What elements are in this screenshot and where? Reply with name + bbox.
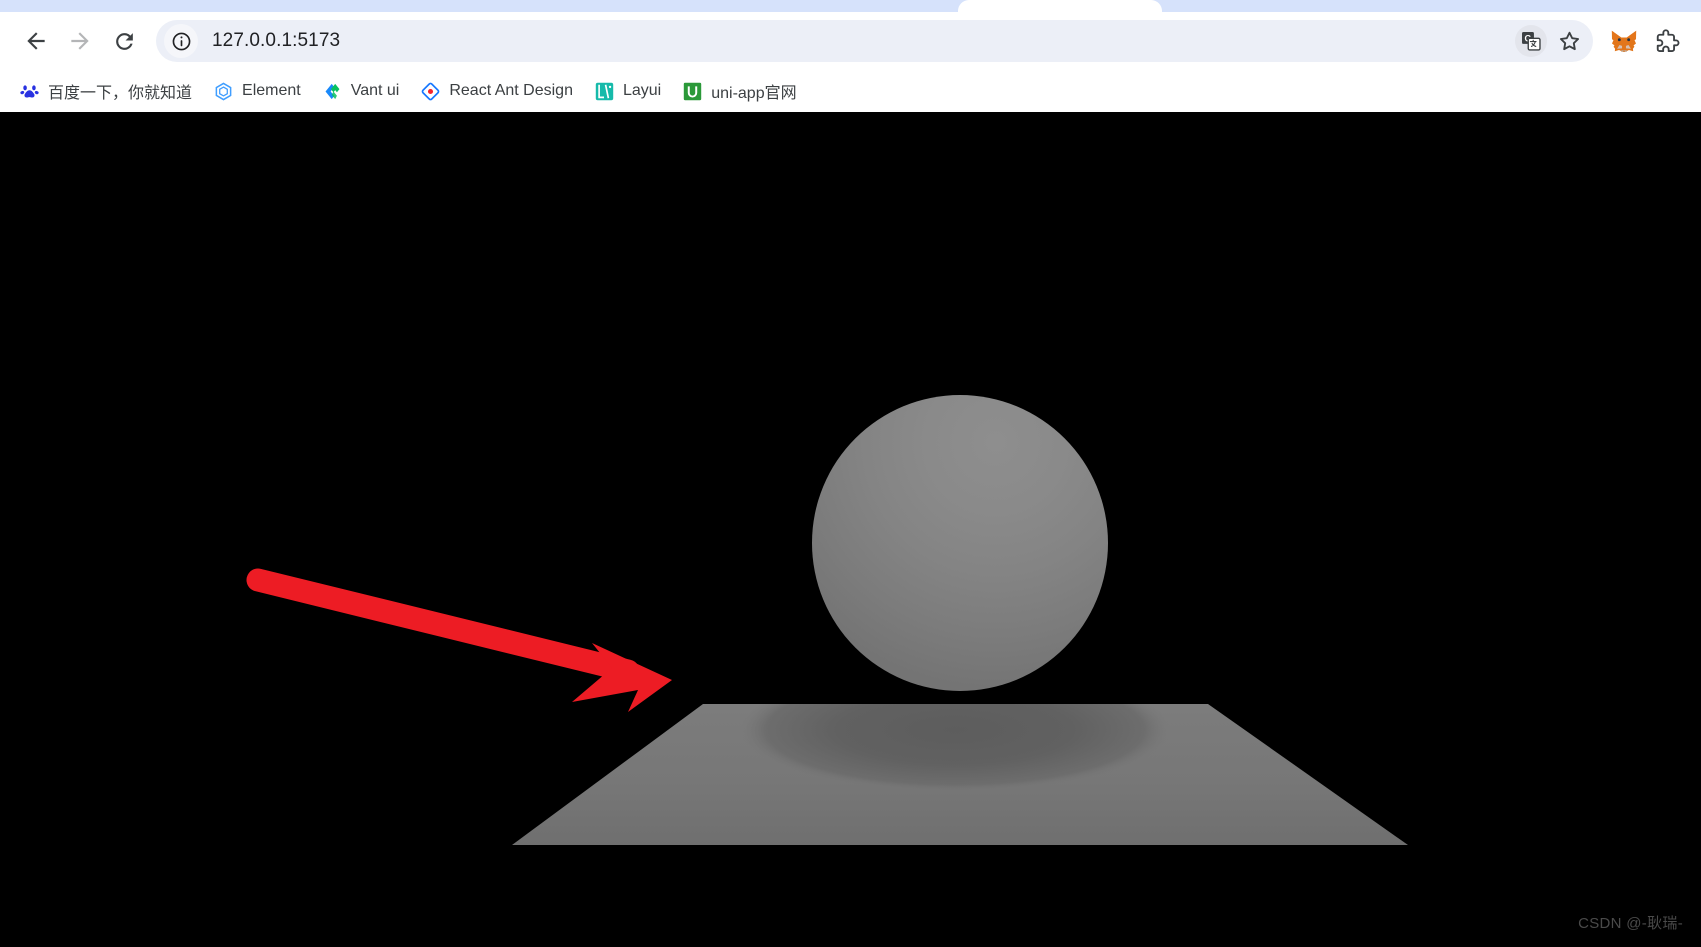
browser-toolbar: 127.0.0.1:5173 G — [0, 12, 1701, 70]
bookmark-item-vant[interactable]: Vant ui — [315, 75, 408, 107]
bookmark-label: Vant ui — [350, 82, 400, 99]
sphere-mesh — [812, 395, 1108, 691]
csdn-watermark: CSDN @-耿瑞- — [1578, 915, 1683, 932]
vant-icon — [323, 82, 342, 101]
bookmark-item-layui[interactable]: Layui — [587, 75, 669, 107]
tab-strip — [0, 0, 1701, 12]
element-ui-icon — [214, 82, 233, 101]
arrow-left-icon — [27, 32, 45, 50]
uniapp-icon — [683, 82, 702, 101]
bookmark-star-button[interactable] — [1551, 23, 1587, 59]
bookmarks-bar: 百度一下，你就知道 Element Vant ui React Ant Desi… — [0, 70, 1701, 112]
tab-active[interactable] — [958, 0, 1162, 12]
red-arrow-icon — [246, 568, 672, 712]
back-button[interactable] — [14, 19, 58, 63]
translate-button[interactable]: G — [1513, 23, 1549, 59]
tab-strip-shoulder — [940, 0, 960, 12]
translate-icon: G — [1515, 25, 1547, 57]
bookmark-label: uni-app官网 — [711, 85, 797, 102]
reload-button[interactable] — [102, 19, 146, 63]
puzzle-piece-icon — [1656, 28, 1679, 52]
baidu-icon — [20, 82, 39, 101]
forward-button[interactable] — [58, 19, 102, 63]
three-js-canvas[interactable]: CSDN @-耿瑞- — [0, 112, 1701, 947]
ant-design-icon — [421, 82, 440, 101]
arrow-right-icon — [71, 32, 89, 50]
page-viewport: CSDN @-耿瑞- — [0, 112, 1701, 947]
metamask-extension-button[interactable] — [1603, 20, 1645, 62]
url-text: 127.0.0.1:5173 — [212, 30, 341, 51]
browser-window: 127.0.0.1:5173 G — [0, 0, 1701, 947]
bookmark-label: 百度一下，你就知道 — [48, 85, 193, 102]
layui-icon — [595, 82, 614, 101]
reload-icon — [115, 32, 133, 50]
bookmark-label: Layui — [622, 82, 662, 99]
bookmark-item-baidu[interactable]: 百度一下，你就知道 — [12, 75, 200, 107]
bookmark-item-react-ant-design[interactable]: React Ant Design — [413, 75, 581, 107]
bookmark-item-element[interactable]: Element — [206, 75, 309, 107]
star-icon — [1559, 31, 1579, 50]
info-circle-icon — [172, 32, 190, 50]
toolbar-right-actions — [1603, 20, 1687, 62]
extensions-button[interactable] — [1645, 20, 1687, 62]
site-info-button[interactable] — [164, 24, 198, 58]
bookmark-label: React Ant Design — [449, 82, 573, 99]
address-bar[interactable]: 127.0.0.1:5173 G — [156, 20, 1593, 62]
bookmark-item-uniapp[interactable]: uni-app官网 — [675, 75, 804, 107]
fox-icon — [1611, 30, 1637, 52]
bookmark-label: Element — [242, 82, 301, 99]
